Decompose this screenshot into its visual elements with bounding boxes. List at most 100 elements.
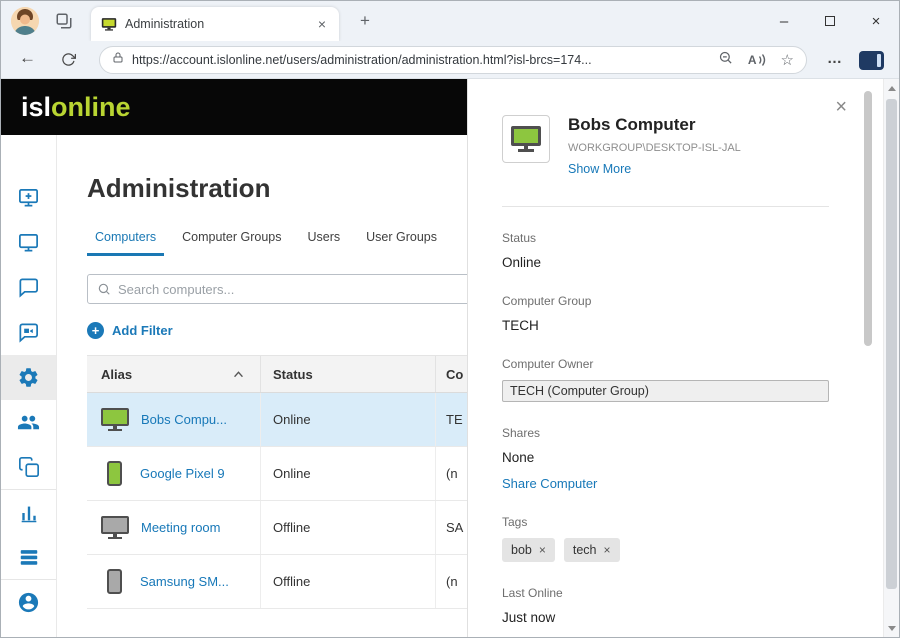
remove-tag-icon[interactable]: ×: [539, 543, 546, 557]
alias-header-label: Alias: [101, 367, 132, 382]
plus-icon: +: [87, 322, 104, 339]
browser-menu-button[interactable]: …: [827, 50, 843, 67]
tab-title: Administration: [125, 17, 315, 31]
address-bar[interactable]: https://account.islonline.net/users/admi…: [99, 46, 807, 74]
tags-label: Tags: [502, 515, 829, 529]
sidebar-item-video-chat[interactable]: [1, 310, 56, 355]
favorites-star-icon[interactable]: ☆: [781, 53, 794, 68]
zoom-icon[interactable]: [718, 50, 733, 70]
tag-chip: tech ×: [564, 538, 620, 562]
refresh-icon: [61, 52, 76, 67]
panel-divider: [502, 206, 829, 207]
computer-icon: [17, 231, 40, 254]
maximize-button[interactable]: [807, 1, 853, 41]
computers-table: Alias Status Co Bobs Compu... Online TE: [87, 355, 467, 609]
avatar-person-icon: [11, 7, 39, 35]
tab-close-icon[interactable]: ×: [315, 16, 329, 32]
computer-online-icon: [510, 126, 542, 152]
share-computer-link[interactable]: Share Computer: [502, 476, 829, 491]
table-row[interactable]: Bobs Compu... Online TE: [87, 393, 467, 447]
logo-isl-text: isl: [21, 92, 51, 122]
workspaces-button[interactable]: [55, 12, 73, 30]
close-button[interactable]: ×: [853, 1, 899, 41]
table-header: Alias Status Co: [87, 355, 467, 393]
remove-tag-icon[interactable]: ×: [604, 543, 611, 557]
tab-computers[interactable]: Computers: [87, 230, 164, 256]
column-header-alias[interactable]: Alias: [87, 356, 261, 392]
site-info-lock-icon[interactable]: [112, 51, 124, 69]
refresh-button[interactable]: [61, 52, 76, 72]
maximize-icon: [825, 16, 835, 26]
computer-owner-field: Computer Owner TECH (Computer Group): [502, 357, 829, 402]
browser-tab[interactable]: Administration ×: [91, 7, 339, 41]
column-header-group[interactable]: Co: [436, 356, 467, 392]
column-header-status[interactable]: Status: [261, 356, 436, 392]
sidebar-item-add-computer[interactable]: [1, 175, 56, 220]
page-scrollbar: [883, 79, 899, 637]
sidebar-split-button[interactable]: [859, 51, 884, 70]
add-filter-button[interactable]: + Add Filter: [87, 322, 467, 339]
sidebar-item-settings[interactable]: [1, 355, 56, 400]
shares-value: None: [502, 450, 829, 465]
computer-group-value: TECH: [502, 318, 829, 333]
tab-computer-groups[interactable]: Computer Groups: [174, 230, 289, 256]
tab-users[interactable]: Users: [300, 230, 349, 256]
new-tab-button[interactable]: +: [353, 9, 377, 33]
computer-link[interactable]: Meeting room: [141, 520, 220, 535]
users-icon: [17, 411, 40, 434]
status-cell: Online: [261, 393, 436, 446]
read-aloud-button[interactable]: A: [748, 53, 766, 67]
browser-window: Administration × + – × ← https://ac: [0, 0, 900, 638]
alias-cell: Bobs Compu...: [87, 393, 261, 446]
minimize-button[interactable]: –: [761, 1, 807, 41]
tags-field: Tags bob × tech ×: [502, 515, 829, 562]
sidebar-item-chat[interactable]: [1, 265, 56, 310]
computer-id: WORKGROUP\DESKTOP-ISL-JAL: [568, 142, 741, 154]
search-box: [87, 274, 467, 304]
chat-icon: [17, 276, 40, 299]
phone-offline-icon: [107, 569, 122, 594]
show-more-link[interactable]: Show More: [568, 162, 741, 176]
computer-offline-icon: [99, 516, 131, 539]
scroll-down-button[interactable]: [884, 621, 899, 635]
back-button[interactable]: ←: [19, 48, 36, 68]
computer-owner-select[interactable]: TECH (Computer Group): [502, 380, 829, 402]
sidebar-item-reports[interactable]: [1, 490, 56, 535]
computer-link[interactable]: Bobs Compu...: [141, 412, 227, 427]
sidebar-item-logs[interactable]: [1, 535, 56, 580]
panel-header: Bobs Computer WORKGROUP\DESKTOP-ISL-JAL …: [502, 115, 829, 176]
computer-detail-panel: × Bobs Computer WORKGROUP\DESKTOP-ISL-JA…: [467, 79, 885, 637]
sidebar-item-account[interactable]: [1, 580, 56, 625]
bar-chart-icon: [18, 502, 40, 524]
search-icon: [97, 282, 111, 296]
profile-avatar[interactable]: [11, 7, 39, 35]
window-controls: – ×: [761, 1, 899, 41]
table-row[interactable]: Samsung SM... Offline (n: [87, 555, 467, 609]
computer-name: Bobs Computer: [568, 115, 741, 135]
alias-cell: Google Pixel 9: [87, 447, 261, 500]
computer-icon-box: [502, 115, 550, 163]
computer-link[interactable]: Samsung SM...: [140, 574, 229, 589]
table-row[interactable]: Google Pixel 9 Online (n: [87, 447, 467, 501]
panel-scrollbar-thumb[interactable]: [864, 91, 872, 346]
search-input[interactable]: [118, 282, 467, 297]
sidebar-item-computers[interactable]: [1, 220, 56, 265]
app-header: islonline: [1, 79, 467, 135]
table-row[interactable]: Meeting room Offline SA: [87, 501, 467, 555]
last-online-value: Just now: [502, 610, 829, 625]
status-header-label: Status: [273, 367, 313, 382]
sidebar-item-users[interactable]: [1, 400, 56, 445]
copy-icon: [18, 456, 40, 478]
page-scrollbar-thumb[interactable]: [886, 99, 897, 589]
panel-close-icon[interactable]: ×: [835, 97, 847, 117]
scroll-up-button[interactable]: [884, 81, 899, 95]
sidebar-item-sessions[interactable]: [1, 445, 56, 490]
group-cell: (n: [436, 555, 467, 608]
app-sidebar: [1, 135, 57, 637]
computer-link[interactable]: Google Pixel 9: [140, 466, 225, 481]
browser-navbar: ← https://account.islonline.net/users/ad…: [1, 41, 899, 79]
panel-scrollbar: [864, 91, 872, 625]
read-aloud-icon: A: [748, 53, 757, 67]
tab-user-groups[interactable]: User Groups: [358, 230, 445, 256]
add-filter-label: Add Filter: [112, 323, 173, 338]
